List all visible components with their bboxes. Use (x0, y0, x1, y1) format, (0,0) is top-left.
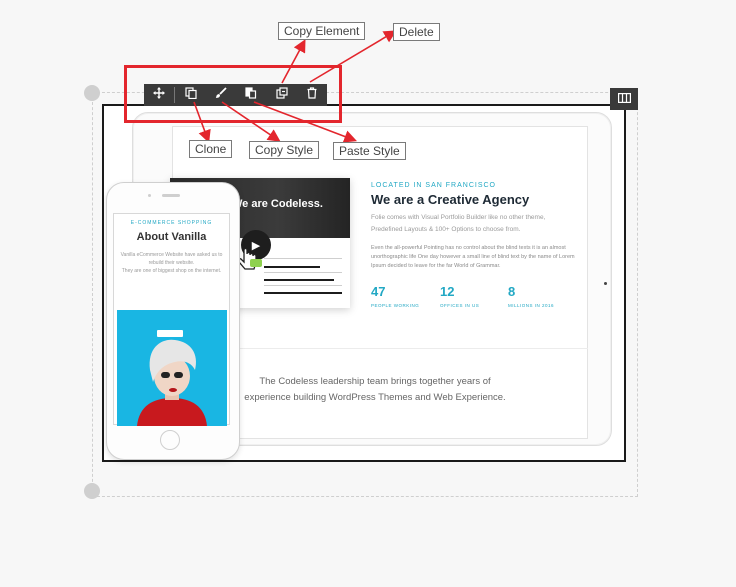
callout-delete: Delete (393, 23, 440, 41)
video-bar (264, 266, 320, 268)
stat-number: 12 (440, 284, 455, 299)
video-bar (264, 292, 342, 294)
callout-clone: Clone (189, 140, 233, 158)
located-label: LOCATED IN SAN FRANCISCO (371, 182, 496, 189)
video-line (264, 258, 342, 259)
phone-home-button (160, 430, 180, 450)
section-resize-handle-bottom[interactable] (84, 483, 100, 499)
leadership-text: The Codeless leadership team brings toge… (210, 374, 540, 406)
video-title: We are Codeless. (232, 198, 323, 210)
agency-title: We are a Creative Agency (371, 192, 530, 207)
video-badge (250, 259, 262, 267)
phone-camera (148, 194, 151, 197)
columns-button[interactable] (610, 88, 638, 110)
video-line (264, 285, 342, 286)
stat-number: 47 (371, 284, 386, 299)
section-divider (202, 348, 588, 349)
stat-label: OFFICES IN US (440, 303, 480, 308)
toolbar-highlight (124, 65, 342, 123)
stat-number: 8 (508, 284, 516, 299)
shop-title: About Vanilla (136, 231, 207, 243)
callout-copy-element: Copy Element (278, 22, 366, 40)
section-resize-handle-top[interactable] (84, 85, 100, 101)
stat-offices: 12 OFFICES IN US (440, 284, 479, 308)
stat-label: PEOPLE WORKING (371, 303, 420, 308)
agency-body: Even the all-powerful Pointing has no co… (371, 245, 575, 269)
video-line (264, 272, 342, 273)
video-bar (264, 279, 334, 281)
stat-millions: 8 MILLIONS IN 2016 (508, 284, 554, 308)
shop-description-line: Vanilla eCommerce Website have asked us … (120, 252, 223, 266)
tablet-camera (604, 282, 607, 285)
shop-description: Vanilla eCommerce Website have asked us … (118, 251, 225, 275)
columns-icon (617, 90, 631, 108)
leadership-line: experience building WordPress Themes and… (244, 392, 506, 403)
stat-label: MILLIONS IN 2016 (508, 303, 555, 308)
shop-description-line: They are one of biggest shop on the inte… (121, 268, 222, 274)
shop-button[interactable] (157, 330, 183, 337)
phone-speaker (162, 194, 180, 197)
callout-copy-style: Copy Style (249, 141, 320, 159)
shop-hero-image (117, 310, 227, 426)
callout-paste-style: Paste Style (333, 142, 406, 160)
agency-subtitle: Folie comes with Visual Portfolio Builde… (371, 214, 546, 233)
shop-label: E-COMMERCE SHOPPING (130, 220, 213, 226)
leadership-line: The Codeless leadership team brings toge… (259, 376, 491, 387)
stat-people: 47 PEOPLE WORKING (371, 284, 419, 308)
